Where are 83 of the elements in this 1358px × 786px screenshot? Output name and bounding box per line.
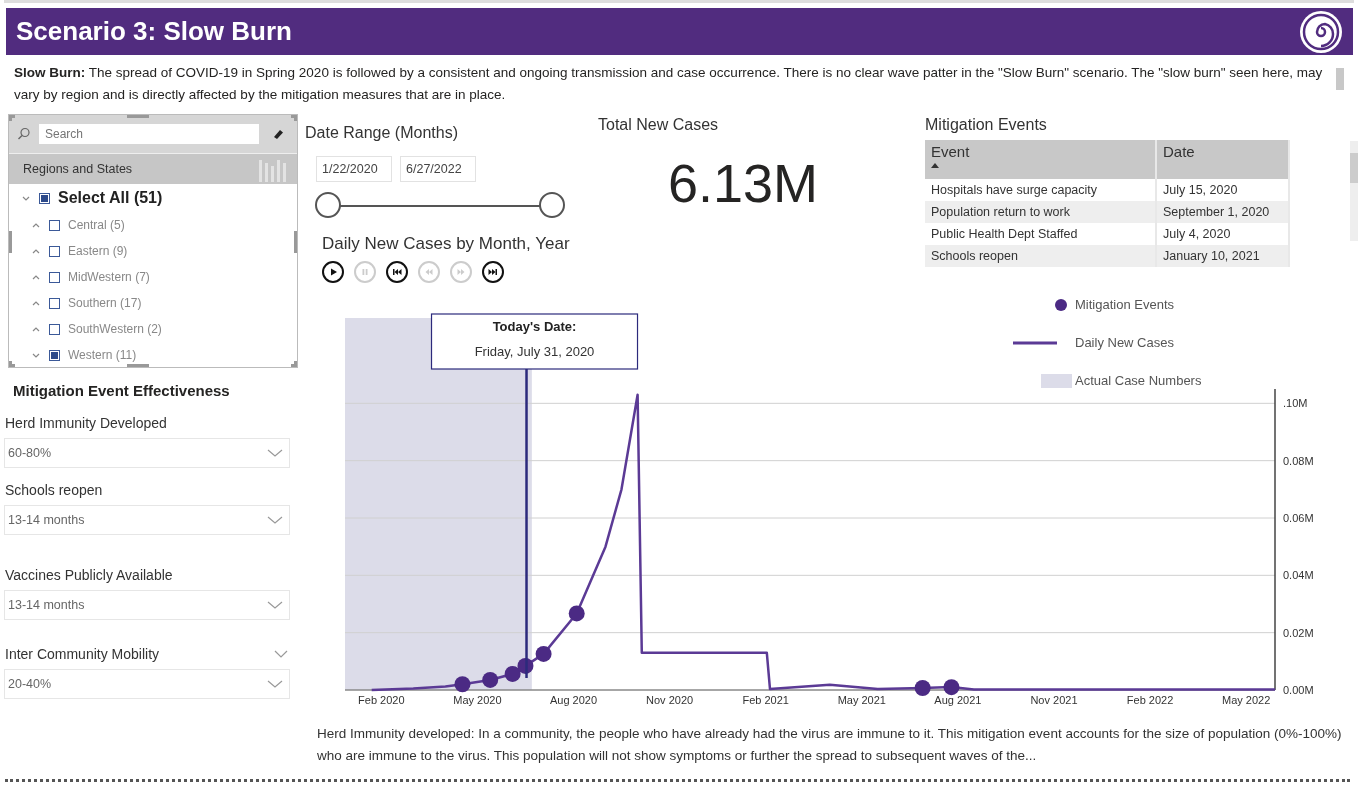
event-marker[interactable] (914, 680, 931, 696)
filter-dropdown[interactable]: 13-14 months (4, 505, 290, 535)
region-label[interactable]: Western (11) (68, 348, 137, 362)
filter-label: Herd Immunity Developed (5, 415, 167, 431)
axis-tick-label: Feb 2022 (1126, 694, 1174, 706)
checkbox[interactable] (49, 245, 60, 257)
filter-label: Schools reopen (5, 482, 103, 498)
column-header[interactable]: Date (1156, 140, 1289, 179)
region-label[interactable]: SouthWestern (2) (68, 322, 162, 336)
axis-tick-label: .10M (1283, 397, 1308, 410)
event-marker[interactable] (482, 671, 499, 688)
axis-tick-label: Nov 2020 (646, 694, 694, 706)
slicer-title: Regions and States (23, 162, 133, 176)
legend-label: Mitigation Events (1075, 297, 1174, 312)
checkbox[interactable] (49, 349, 60, 361)
chevron-down-icon (267, 448, 283, 458)
axis-tick-label: 0.08M (1283, 454, 1314, 467)
kpi-value: 6.13M (668, 152, 820, 214)
search-icon (17, 127, 31, 141)
event-marker[interactable] (517, 657, 534, 674)
axis-tick-label: Nov 2021 (1030, 694, 1078, 706)
axis-tick-label: Aug 2021 (934, 694, 982, 706)
filter-dropdown[interactable]: 60-80% (4, 438, 290, 468)
region-label[interactable]: Eastern (9) (68, 244, 128, 258)
checkbox[interactable] (49, 297, 60, 309)
table-cell: Schools reopen (925, 245, 1156, 267)
eraser-icon[interactable] (271, 127, 285, 141)
start-date-field[interactable]: 1/22/2020 (316, 156, 392, 182)
chevron-icon[interactable] (274, 649, 288, 659)
table-cell: January 10, 2021 (1156, 245, 1289, 267)
select-all-label[interactable]: Select All (51) (58, 189, 163, 207)
table-cell: Population return to work (925, 201, 1156, 223)
chevron-down-icon (267, 515, 283, 525)
region-label[interactable]: Central (5) (68, 218, 125, 232)
event-marker[interactable] (454, 676, 471, 693)
checkbox[interactable] (49, 271, 60, 283)
chart-title: Daily New Cases by Month, Year (322, 234, 571, 254)
end-date-field[interactable]: 6/27/2022 (400, 156, 476, 182)
callout-title: Today's Date: (492, 319, 577, 334)
chevron-down-icon (267, 600, 283, 610)
section-title: Mitigation Event Effectiveness (13, 382, 231, 399)
scrollbar[interactable] (1336, 68, 1344, 90)
event-marker[interactable] (535, 645, 552, 662)
axis-tick-label: May 2021 (837, 694, 886, 706)
filter-label: Vaccines Publicly Available (5, 567, 173, 583)
filter-dropdown[interactable]: 20-40% (4, 669, 290, 699)
event-marker[interactable] (568, 605, 585, 622)
axis-tick-label: 0.00M (1283, 684, 1314, 696)
filter-dropdown[interactable]: 13-14 months (4, 590, 290, 620)
scrollbar[interactable] (1350, 141, 1358, 241)
event-explanation: Herd Immunity developed: In a community, the people who have already had the virus are immune to it. This mitigation event accounts for the size of population (0%-100%) who are immune to the virus. This population will not show symptoms or further the spread to subsequent waves of the... (317, 725, 1342, 765)
event-marker[interactable] (943, 679, 960, 696)
filter-label: Inter Community Mobility (5, 646, 160, 662)
axis-tick-label: Feb 2020 (358, 694, 405, 706)
search-field[interactable]: Search (39, 124, 259, 144)
axis-tick-label: 0.06M (1283, 512, 1314, 524)
region-label[interactable]: MidWestern (7) (68, 270, 150, 284)
table-cell: September 1, 2020 (1156, 201, 1289, 223)
axis-tick-label: May 2022 (1222, 694, 1271, 706)
axis-tick-label: 0.02M (1283, 626, 1314, 639)
date-range-slider[interactable] (315, 192, 565, 220)
card-title: Total New Cases (598, 116, 720, 134)
table-title: Mitigation Events (925, 116, 1048, 134)
axis-tick-label: Feb 2021 (742, 694, 789, 706)
play-button[interactable] (322, 261, 344, 283)
chevron-down-icon (267, 679, 283, 689)
legend-label: Daily New Cases (1075, 335, 1174, 350)
checkbox[interactable] (49, 323, 60, 335)
skip-to-start-button[interactable] (386, 261, 408, 283)
event-marker[interactable] (504, 665, 521, 682)
checkbox[interactable] (39, 192, 50, 204)
page-title: Scenario 3: Slow Burn (16, 16, 292, 47)
axis-tick-label: 0.04M (1283, 569, 1314, 582)
slicer-title: Date Range (Months) (305, 124, 459, 142)
column-header[interactable]: Event (925, 140, 1156, 179)
scenario-description: Slow Burn: The spread of COVID-19 in Spring 2020 is followed by a consistent and ongoing transmission and case occurrence. There is no clear wave patter in the "Slow Burn" scenario. The "slow burn" seen here, may vary by region and is directly affected by the mitigation measures that are in place. (14, 64, 1324, 104)
region-label[interactable]: Southern (17) (68, 296, 142, 310)
skip-to-end-button[interactable] (482, 261, 504, 283)
checkbox[interactable] (49, 219, 60, 231)
legend-label: Actual Case Numbers (1075, 373, 1202, 388)
axis-tick-label: Aug 2020 (549, 694, 598, 706)
axis-tick-label: May 2020 (453, 694, 502, 706)
callout-date: Friday, July 31, 2020 (474, 344, 595, 359)
